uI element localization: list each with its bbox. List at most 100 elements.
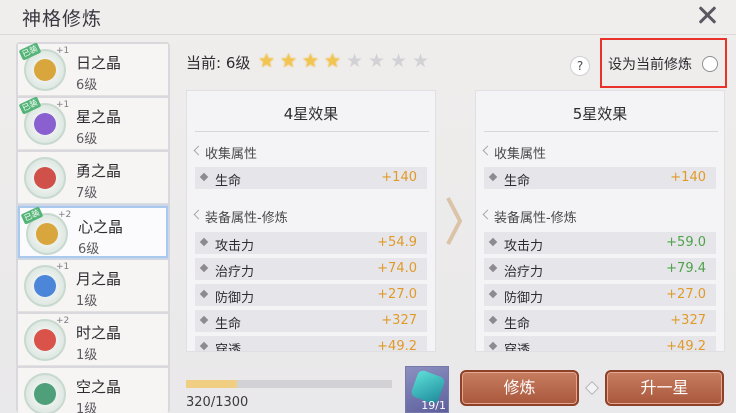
stat-name: 穿透 — [504, 343, 531, 352]
gem-list-item[interactable]: 已装 +1 日之晶 6级 — [18, 42, 168, 96]
plus-badge: +1 — [56, 262, 70, 272]
gem-list[interactable]: 已装 +1 日之晶 6级 已装 +1 星之晶 6级 勇之晶 7级 已装 +2 心之晶 6级 +1 月之晶 1级 +… — [16, 42, 170, 413]
bullet-icon — [199, 341, 209, 351]
progress-bar — [186, 380, 392, 388]
divider-diamond — [584, 380, 600, 396]
stat-row: 防御力 +27.0 — [195, 284, 427, 306]
gem-level: 6级 — [76, 132, 98, 147]
progress-fill — [186, 380, 237, 388]
star-icon: ★ — [346, 50, 364, 72]
bullet-icon — [488, 341, 498, 351]
bullet-icon — [488, 172, 498, 182]
panel-divider — [484, 131, 718, 132]
stat-row: 攻击力 +59.0 — [484, 232, 716, 254]
gem-name: 空之晶 — [76, 378, 122, 396]
gem-list-item[interactable]: 已装 +1 星之晶 6级 — [18, 96, 168, 150]
gem-level: 6级 — [78, 242, 100, 257]
stat-name: 防御力 — [215, 291, 255, 306]
gem-icon — [24, 373, 66, 413]
bullet-icon — [199, 237, 209, 247]
star-icon: ★ — [390, 50, 408, 72]
upgrade-star-button[interactable]: 升一星 — [605, 370, 724, 406]
bullet-icon — [488, 289, 498, 299]
bullet-icon — [199, 289, 209, 299]
stat-name: 防御力 — [504, 291, 544, 306]
star-icon: ★ — [280, 50, 298, 72]
gem-name: 勇之晶 — [76, 162, 122, 180]
title-divider — [0, 34, 736, 35]
current-star-effects-panel: 4星效果 收集属性 装备属性-修炼 生命 +140 攻击力 +54.9 治疗力 +74.0… — [186, 90, 436, 352]
bullet-icon — [199, 172, 209, 182]
gem-core — [34, 275, 56, 297]
stat-row: 穿透 +49.2 — [484, 336, 716, 352]
stat-row: 攻击力 +54.9 — [195, 232, 427, 254]
stat-value: +74.0 — [377, 261, 417, 276]
panel-divider — [195, 131, 429, 132]
stat-value: +54.9 — [377, 235, 417, 250]
stat-name: 生命 — [215, 174, 242, 189]
close-icon[interactable] — [696, 4, 718, 26]
stat-value: +27.0 — [377, 287, 417, 302]
gem-level: 6级 — [76, 78, 98, 93]
gem-list-item[interactable]: +2 时之晶 1级 — [18, 314, 168, 366]
help-icon[interactable]: ? — [570, 56, 590, 76]
gem-core — [34, 167, 56, 189]
plus-badge: +1 — [56, 100, 70, 110]
stat-value: +140 — [670, 170, 706, 185]
stat-row: 治疗力 +74.0 — [195, 258, 427, 280]
gem-level: 1级 — [76, 294, 98, 309]
stat-value: +49.2 — [666, 339, 706, 352]
collect-section-title: 收集属性 — [494, 143, 546, 162]
stat-value: +140 — [381, 170, 417, 185]
stat-row: 治疗力 +79.4 — [484, 258, 716, 280]
equip-section-title: 装备属性-修炼 — [205, 207, 288, 226]
gem-level: 7级 — [76, 186, 98, 201]
equip-section-title: 装备属性-修炼 — [494, 207, 577, 226]
stat-row: 生命 +327 — [484, 310, 716, 332]
stat-value: +59.0 — [666, 235, 706, 250]
star-icon: ★ — [302, 50, 320, 72]
gem-list-item[interactable]: 勇之晶 7级 — [18, 152, 168, 204]
stat-name: 攻击力 — [504, 239, 544, 254]
stat-value: +327 — [381, 313, 417, 328]
title-bar: 神格修炼 — [0, 0, 736, 34]
gem-list-item[interactable]: 空之晶 1级 — [18, 368, 168, 413]
bullet-icon — [488, 315, 498, 325]
gem-core — [34, 59, 56, 81]
gem-list-item[interactable]: +1 月之晶 1级 — [18, 260, 168, 312]
cultivate-button[interactable]: 修炼 — [460, 370, 579, 406]
set-current-label: 设为当前修炼 — [608, 57, 692, 73]
stat-name: 攻击力 — [215, 239, 255, 254]
stat-row: 穿透 +49.2 — [195, 336, 427, 352]
stat-row: 防御力 +27.0 — [484, 284, 716, 306]
set-current-cultivation[interactable]: 设为当前修炼 — [600, 38, 727, 88]
gem-core — [34, 113, 56, 135]
set-current-radio[interactable] — [702, 56, 718, 72]
gem-name: 日之晶 — [76, 54, 122, 72]
gem-name: 月之晶 — [76, 270, 122, 288]
plus-badge: +2 — [58, 210, 72, 220]
star-icon: ★ — [324, 50, 342, 72]
gem-core — [34, 383, 56, 405]
bullet-icon — [199, 263, 209, 273]
star-icon: ★ — [258, 50, 276, 72]
stat-name: 穿透 — [215, 343, 242, 352]
progress-text: 320/1300 — [186, 395, 249, 410]
stat-name: 治疗力 — [215, 265, 255, 280]
plus-badge: +2 — [56, 316, 70, 326]
star-icon: ★ — [412, 50, 430, 72]
gem-list-item[interactable]: 已装 +2 心之晶 6级 — [18, 206, 168, 258]
stat-row: 生命 +140 — [484, 167, 716, 189]
star-icon: ★ — [368, 50, 386, 72]
stat-value: +27.0 — [666, 287, 706, 302]
stat-value: +79.4 — [666, 261, 706, 276]
gem-name: 星之晶 — [76, 108, 122, 126]
stat-name: 治疗力 — [504, 265, 544, 280]
bullet-icon — [199, 315, 209, 325]
material-count: 19/1 — [421, 399, 446, 412]
bullet-icon — [488, 237, 498, 247]
plus-badge: +1 — [56, 46, 70, 56]
stat-row: 生命 +140 — [195, 167, 427, 189]
bullet-icon — [488, 263, 498, 273]
material-item[interactable]: 19/1 — [405, 366, 449, 413]
